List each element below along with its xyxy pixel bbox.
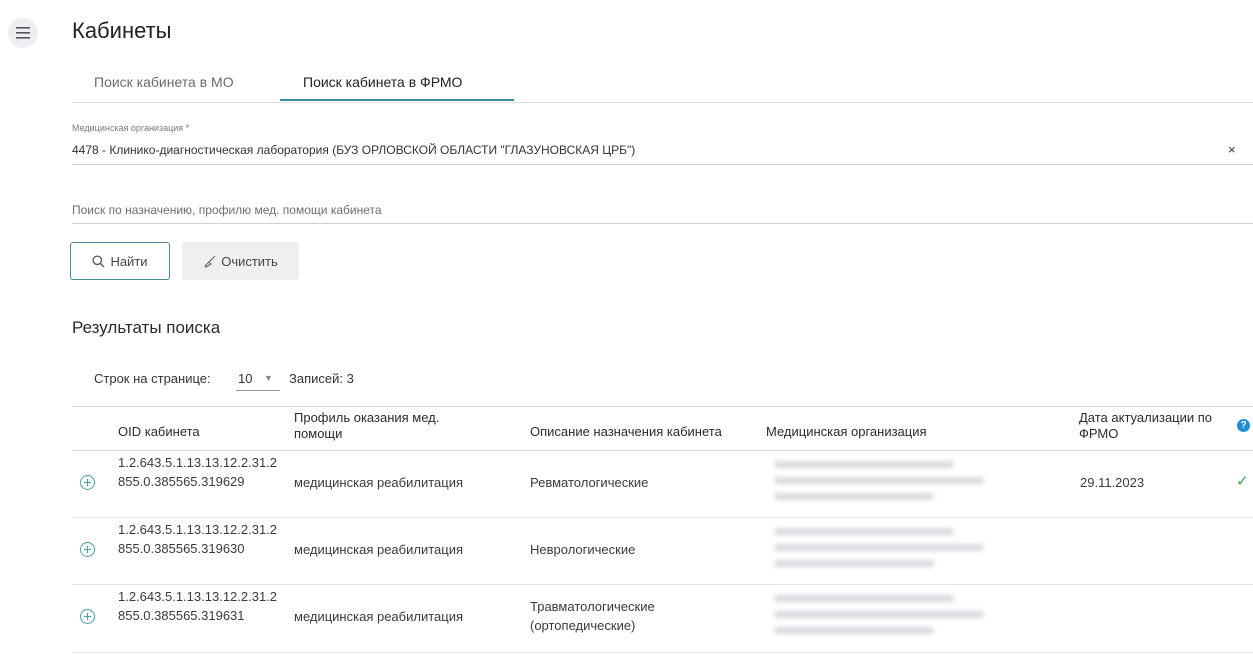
org-clear-icon[interactable]: × bbox=[1228, 142, 1236, 157]
cell-organization-redacted bbox=[774, 452, 1010, 500]
cell-description: Травматологические (ортопедические) bbox=[530, 599, 655, 633]
tab-search-mo[interactable]: Поиск кабинета в МО bbox=[94, 64, 234, 100]
cell-description: Неврологические bbox=[530, 542, 636, 557]
cell-organization-redacted bbox=[774, 519, 1010, 567]
col-header-date: Дата актуализации по ФРМО bbox=[1079, 410, 1213, 441]
col-header-organization: Медицинская организация bbox=[766, 424, 927, 439]
records-label: Записей: bbox=[289, 371, 343, 386]
page-title: Кабинеты bbox=[72, 18, 172, 43]
rows-per-page-select[interactable]: 10 ▼ bbox=[236, 368, 280, 391]
col-header-description: Описание назначения кабинета bbox=[530, 424, 722, 439]
col-header-oid: OID кабинета bbox=[118, 424, 200, 439]
cell-profile: медицинская реабилитация bbox=[294, 475, 463, 490]
row-divider bbox=[72, 584, 1253, 585]
results-title: Результаты поиска bbox=[72, 318, 221, 337]
org-field-value[interactable]: 4478 - Клинико-диагностическая лаборатор… bbox=[72, 143, 635, 157]
cell-oid: 1.2.643.5.1.13.13.12.2.31.2855.0.385565.… bbox=[118, 522, 278, 556]
table-header-border bbox=[72, 450, 1253, 451]
records-value: 3 bbox=[346, 371, 354, 386]
active-tab-indicator bbox=[280, 99, 514, 101]
clear-button[interactable]: Очистить bbox=[182, 242, 299, 280]
find-button-label: Найти bbox=[110, 253, 148, 269]
clear-button-label: Очистить bbox=[221, 253, 278, 269]
rows-per-page-value: 10 bbox=[238, 371, 253, 386]
cell-oid: 1.2.643.5.1.13.13.12.2.31.2855.0.385565.… bbox=[118, 589, 278, 623]
expand-row-icon[interactable] bbox=[80, 609, 95, 624]
cell-profile: медицинская реабилитация bbox=[294, 609, 463, 624]
search-input[interactable]: Поиск по назначению, профилю мед. помощи… bbox=[72, 203, 382, 217]
row-divider bbox=[72, 517, 1253, 518]
broom-icon bbox=[204, 255, 216, 268]
rows-per-page-label: Строк на странице: bbox=[94, 371, 211, 386]
help-icon[interactable]: ? bbox=[1237, 419, 1250, 432]
search-underline bbox=[72, 223, 1253, 224]
row-divider bbox=[72, 652, 1253, 653]
records-count: Записей: 3 bbox=[289, 371, 354, 386]
hamburger-menu-icon bbox=[16, 27, 30, 39]
cell-date: 29.11.2023 bbox=[1080, 475, 1145, 490]
tab-bar: Поиск кабинета в МО Поиск кабинета в ФРМ… bbox=[72, 64, 1253, 103]
org-field-label: Медицинская организация * bbox=[72, 123, 190, 133]
cell-description: Ревматологические bbox=[530, 475, 649, 490]
cell-profile: медицинская реабилитация bbox=[294, 542, 463, 557]
table-top-border bbox=[72, 406, 1253, 407]
search-icon bbox=[92, 254, 105, 267]
tab-search-frmo[interactable]: Поиск кабинета в ФРМО bbox=[303, 64, 462, 100]
menu-button[interactable] bbox=[8, 18, 38, 48]
expand-row-icon[interactable] bbox=[80, 475, 95, 490]
chevron-down-icon: ▼ bbox=[264, 373, 273, 383]
expand-row-icon[interactable] bbox=[80, 542, 95, 557]
cell-oid: 1.2.643.5.1.13.13.12.2.31.2855.0.385565.… bbox=[118, 455, 278, 489]
check-icon: ✓ bbox=[1236, 473, 1249, 490]
find-button[interactable]: Найти bbox=[70, 242, 170, 280]
col-header-profile: Профиль оказания мед. помощи bbox=[294, 410, 440, 441]
org-field-underline bbox=[72, 164, 1253, 165]
cell-organization-redacted bbox=[774, 586, 1010, 634]
